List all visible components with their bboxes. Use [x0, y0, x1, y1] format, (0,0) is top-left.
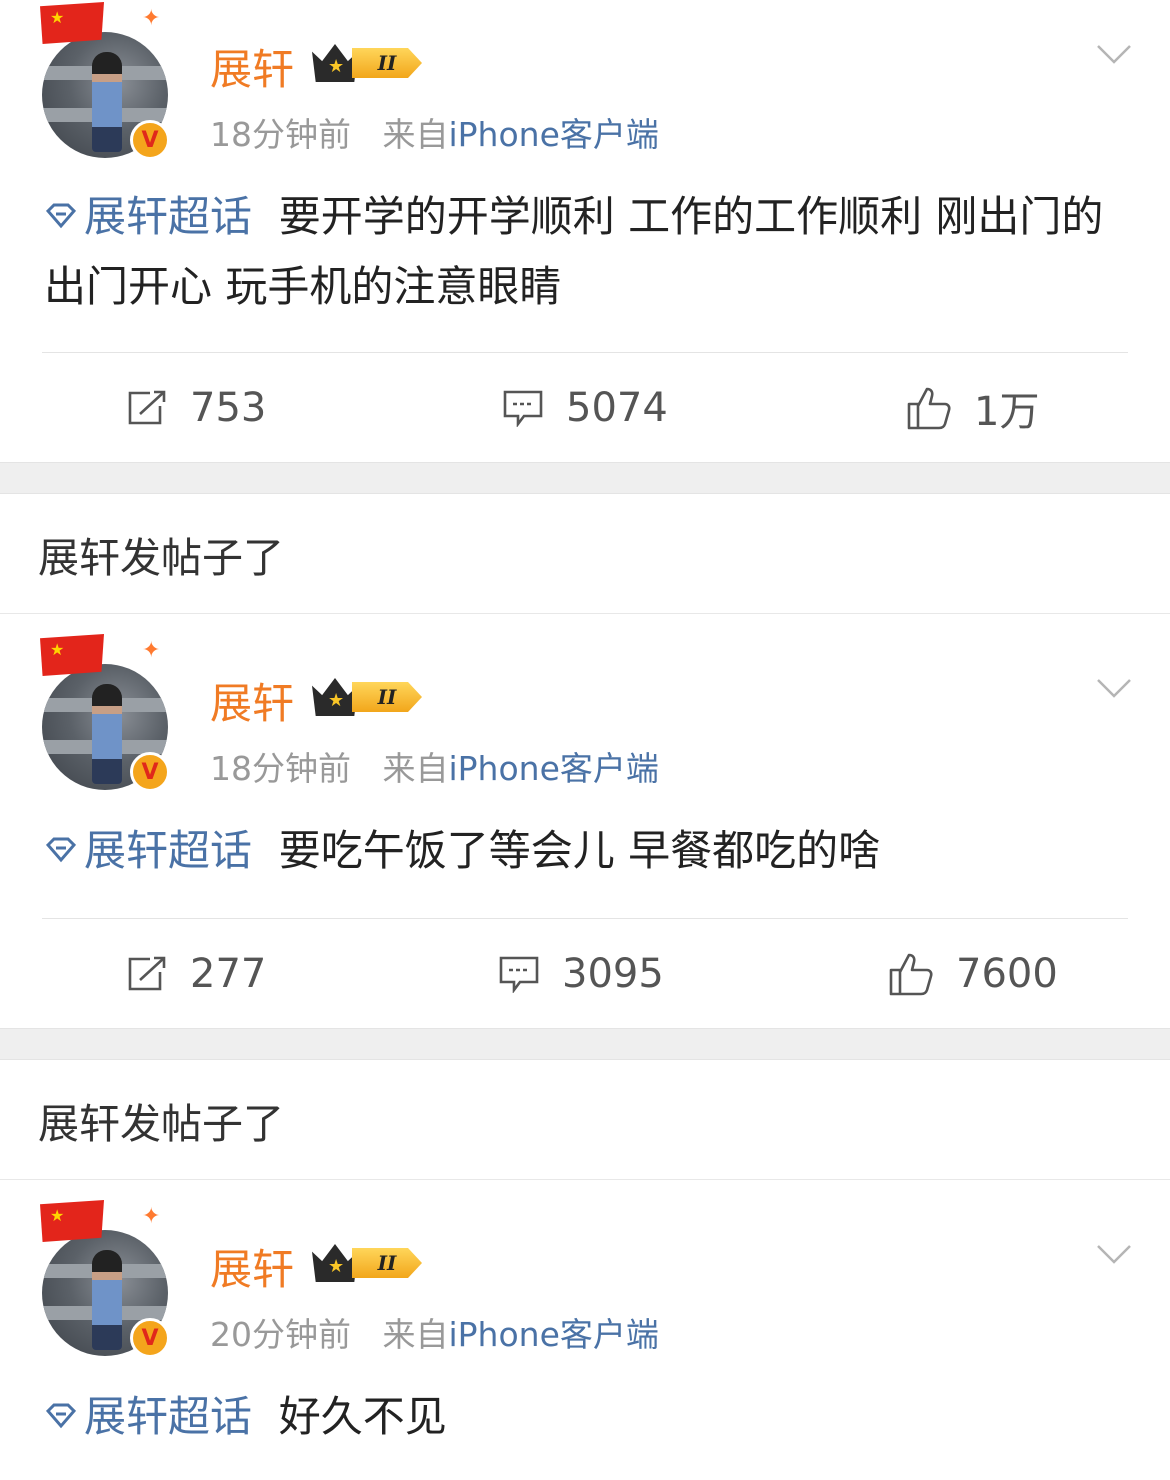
- bird-icon: ✦: [142, 1204, 161, 1229]
- level-badge: II: [352, 682, 422, 712]
- verified-icon: V: [130, 1318, 170, 1358]
- repost-count: 277: [190, 951, 267, 997]
- thumbs-up-icon: [889, 953, 933, 996]
- user-name[interactable]: 展轩: [210, 670, 294, 731]
- like-button[interactable]: 1万: [906, 353, 1039, 463]
- post-from: 来自: [382, 749, 449, 788]
- repost-button[interactable]: 753: [126, 353, 266, 463]
- post-actions: 277 3095 7600: [42, 918, 1128, 1029]
- repost-count: 753: [190, 385, 267, 431]
- crown-icon[interactable]: ★ II: [312, 42, 424, 84]
- section-divider: [0, 462, 1170, 494]
- topic-link[interactable]: 展轩超话: [84, 192, 252, 241]
- level-badge: II: [352, 48, 422, 78]
- repost-icon: [128, 390, 166, 425]
- post-meta: 20分钟前 来自iPhone客户端: [210, 1308, 659, 1356]
- super-topic-icon: [45, 203, 77, 228]
- chevron-down-icon[interactable]: [1096, 1236, 1132, 1272]
- avatar[interactable]: ★ ✦ V: [38, 634, 183, 792]
- post-text: 好久不见: [278, 1392, 447, 1441]
- post-body: 展轩超话 好久不见: [44, 1382, 1110, 1452]
- china-flag-icon: ★: [40, 2, 104, 44]
- like-button[interactable]: 7600: [888, 919, 1058, 1029]
- section-title: 展轩发帖子了: [0, 494, 1170, 614]
- comment-icon: [503, 390, 543, 427]
- level-badge: II: [352, 1248, 422, 1278]
- like-count: 1万: [974, 389, 1040, 435]
- post-actions: 753 5074 1万: [42, 352, 1128, 463]
- post-body: 展轩超话 要开学的开学顺利 工作的工作顺利 刚出门的出门开心 玩手机的注意眼睛: [44, 182, 1110, 322]
- thumbs-up-icon: [907, 387, 951, 430]
- comment-button[interactable]: 3095: [498, 919, 664, 1029]
- verified-icon: V: [130, 120, 170, 160]
- post-from: 来自: [382, 1315, 449, 1354]
- topic-link[interactable]: 展轩超话: [84, 826, 252, 875]
- section-divider: [0, 1028, 1170, 1060]
- post-from: 来自: [382, 115, 449, 154]
- comment-button[interactable]: 5074: [502, 353, 668, 463]
- post-time: 18分钟前: [210, 115, 351, 154]
- post-time: 20分钟前: [210, 1315, 351, 1354]
- china-flag-icon: ★: [40, 634, 104, 676]
- chevron-down-icon[interactable]: [1096, 670, 1132, 706]
- post-meta: 18分钟前 来自iPhone客户端: [210, 742, 659, 790]
- crown-icon[interactable]: ★ II: [312, 1242, 424, 1284]
- post-text: 要吃午饭了等会儿 早餐都吃的啥: [278, 826, 881, 875]
- post-2: ★ ✦ V 展轩 ★ II 18分钟前 来自iPhone客户端 展轩超话 要吃午…: [0, 614, 1170, 1028]
- post-meta: 18分钟前 来自iPhone客户端: [210, 108, 659, 156]
- bird-icon: ✦: [142, 638, 161, 663]
- comment-count: 3095: [562, 951, 664, 997]
- china-flag-icon: ★: [40, 1200, 104, 1242]
- section-title: 展轩发帖子了: [0, 1060, 1170, 1180]
- post-source[interactable]: iPhone客户端: [448, 749, 658, 788]
- post-source[interactable]: iPhone客户端: [448, 115, 658, 154]
- repost-icon: [128, 956, 166, 991]
- avatar[interactable]: ★ ✦ V: [38, 1200, 183, 1358]
- user-name[interactable]: 展轩: [210, 1236, 294, 1297]
- comment-count: 5074: [566, 385, 668, 431]
- verified-icon: V: [130, 752, 170, 792]
- bird-icon: ✦: [142, 6, 161, 31]
- post-1: ★ ✦ V 展轩 ★ II 18分钟前 来自iPhone客户端 展轩超话 要开学…: [0, 0, 1170, 462]
- post-time: 18分钟前: [210, 749, 351, 788]
- super-topic-icon: [45, 837, 77, 862]
- post-3: ★ ✦ V 展轩 ★ II 20分钟前 来自iPhone客户端 展轩超话 好久不…: [0, 1180, 1170, 1480]
- comment-icon: [499, 956, 539, 993]
- crown-icon[interactable]: ★ II: [312, 676, 424, 718]
- user-name[interactable]: 展轩: [210, 36, 294, 97]
- avatar[interactable]: ★ ✦ V: [38, 2, 183, 160]
- like-count: 7600: [956, 951, 1058, 997]
- post-source[interactable]: iPhone客户端: [448, 1315, 658, 1354]
- chevron-down-icon[interactable]: [1096, 36, 1132, 72]
- post-body: 展轩超话 要吃午饭了等会儿 早餐都吃的啥: [44, 816, 1110, 886]
- topic-link[interactable]: 展轩超话: [84, 1392, 252, 1441]
- repost-button[interactable]: 277: [126, 919, 266, 1029]
- super-topic-icon: [45, 1403, 77, 1428]
